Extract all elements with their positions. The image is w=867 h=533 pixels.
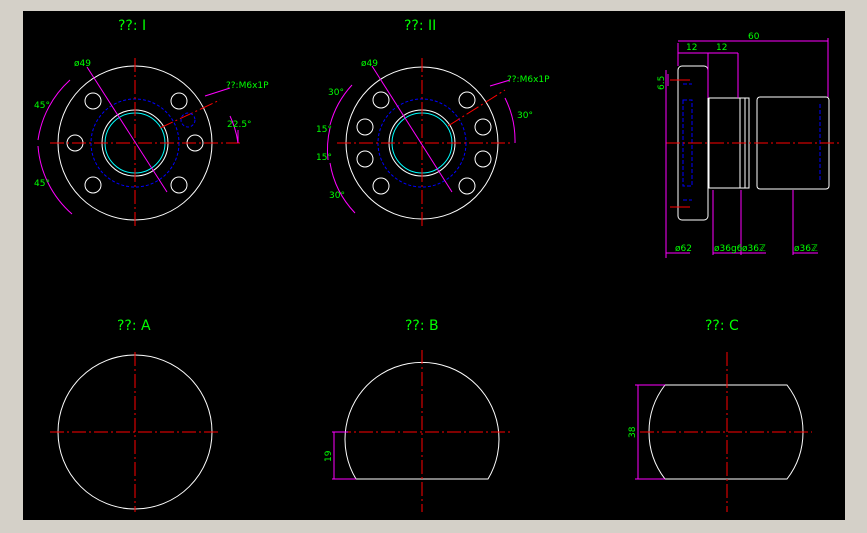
dim-small-label: 6.5 <box>657 76 667 90</box>
bolt-hole <box>372 91 390 109</box>
view-2-flange-front: ??: II ø49 ??:M6x1P 30° 15° 15° 30° 30° <box>316 18 550 228</box>
drawing-svg: ??: I ø49 ??:M6x1P 45° 45° 22.5° ??: II … <box>34 18 840 512</box>
bolt-hole <box>170 92 188 110</box>
dia-end-label: ø36ℤ <box>794 244 818 254</box>
angle-label-right: 30° <box>517 111 533 121</box>
dim-flange-label: 12 <box>686 43 697 53</box>
angle-label-top: 30° <box>328 88 344 98</box>
view-1-title: ??: I <box>118 18 146 34</box>
dia-leader <box>371 65 453 193</box>
angle-label-bottom: 30° <box>329 191 345 201</box>
view-c: ??: C 38 <box>628 318 812 512</box>
bolt-hole <box>170 176 188 194</box>
angle-label-upper-mid: 15° <box>316 125 332 135</box>
dia-flange-label: ø62 <box>675 244 692 254</box>
center-line-diag <box>159 99 221 129</box>
bolt-hole <box>474 150 492 168</box>
drawing-canvas[interactable]: ??: I ø49 ??:M6x1P 45° 45° 22.5° ??: II … <box>23 11 845 520</box>
dim-neck-label: 12 <box>716 43 727 53</box>
thread-label: ??:M6x1P <box>507 75 550 85</box>
dim-width-label: 38 <box>628 426 638 438</box>
view-a-title: ??: A <box>117 318 151 334</box>
angle-arc-right <box>504 97 516 144</box>
bolt-hole <box>356 150 374 168</box>
view-1-flange-front: ??: I ø49 ??:M6x1P 45° 45° 22.5° <box>34 18 269 228</box>
angle-label-lower-mid: 15° <box>316 153 332 163</box>
bolt-hole <box>474 118 492 136</box>
dim-height-label: 19 <box>324 450 334 462</box>
view-2-title: ??: II <box>404 18 436 34</box>
bolt-hole <box>372 177 390 195</box>
side-view: 60 12 12 6.5 ø62 ø36g6 ø36ℤ ø36ℤ <box>657 32 840 258</box>
angle-label-right: 22.5° <box>227 120 252 130</box>
bolt-hole <box>84 92 102 110</box>
dia-leader <box>86 66 168 193</box>
dia-label: ø49 <box>74 59 91 69</box>
angle-label-bottom: 45° <box>34 179 50 189</box>
view-b-title: ??: B <box>405 318 439 334</box>
cad-window: ??: I ø49 ??:M6x1P 45° 45° 22.5° ??: II … <box>0 0 867 533</box>
view-c-title: ??: C <box>705 318 739 334</box>
dia-label: ø49 <box>361 59 378 69</box>
dia-fit-label: ø36g6 <box>714 244 743 254</box>
bolt-hole <box>458 91 476 109</box>
bolt-hole <box>84 176 102 194</box>
view-b: ??: B 19 <box>324 318 510 512</box>
dia-body-label: ø36ℤ <box>742 244 766 254</box>
angle-label-top: 45° <box>34 101 50 111</box>
bolt-hole <box>356 118 374 136</box>
view-a: ??: A <box>50 318 220 512</box>
bolt-hole <box>458 177 476 195</box>
thread-label: ??:M6x1P <box>226 81 269 91</box>
dim-total-label: 60 <box>748 32 760 42</box>
center-line-diag <box>447 89 506 127</box>
